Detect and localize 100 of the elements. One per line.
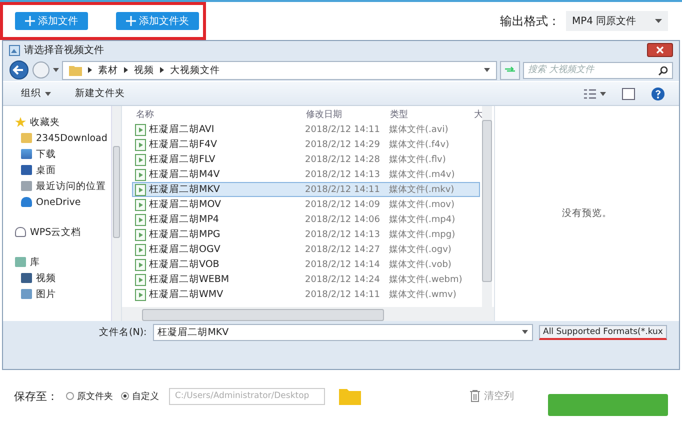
breadcrumb-item[interactable]: 视频 [134,64,154,76]
file-date: 2018/2/12 14:27 [305,244,381,254]
breadcrumb-item[interactable]: 大视频文件 [170,64,220,76]
chevron-icon [88,67,92,73]
file-type: 媒体文件(.avi) [389,124,450,136]
sidebar-item[interactable]: 图片 [36,288,56,300]
caret-icon [522,330,528,334]
file-date: 2018/2/12 14:28 [305,154,381,164]
close-button[interactable] [647,43,673,57]
sidebar-item[interactable]: WPS云文档 [30,226,82,238]
sidebar-item[interactable]: OneDrive [36,196,81,208]
file-name: 枉凝眉二胡WMV [149,288,224,301]
caret-icon[interactable] [53,68,59,72]
column-header[interactable]: 名称 [132,108,306,120]
radio-label: 原文件夹 [77,390,113,402]
media-file-icon [135,198,146,210]
chevron-icon [124,67,128,73]
media-file-icon [135,228,146,240]
radio-button[interactable] [121,392,129,400]
file-date: 2018/2/12 14:06 [305,214,381,224]
filename-field[interactable]: 枉凝眉二胡MKV [152,324,533,340]
file-date: 2018/2/12 14:11 [305,184,381,194]
file-type: 媒体文件(.m4v) [389,168,456,181]
view-icon[interactable] [584,88,596,98]
file-type: 媒体文件(.mpg) [389,228,456,241]
file-name: 枉凝眉二胡VOB [149,258,220,271]
radio-button[interactable] [66,392,74,400]
file-type: 媒体文件(.mp4) [389,214,456,226]
sidebar-icon [21,149,32,159]
scrollbar[interactable] [482,106,492,307]
file-date: 2018/2/12 14:11 [305,124,381,134]
media-file-icon [135,244,146,256]
file-row[interactable]: 枉凝眉二胡FLV 2018/2/12 14:28 媒体文件(.flv) [132,152,480,167]
file-type: 媒体文件(.wmv) [389,288,458,301]
caret-icon[interactable] [484,68,490,72]
file-row[interactable]: 枉凝眉二胡MKV 2018/2/12 14:11 媒体文件(.mkv) [132,182,480,197]
sidebar-item[interactable]: 2345Download [36,132,108,144]
new-folder-button[interactable]: 新建文件夹 [75,87,125,100]
file-type-dropdown[interactable]: All Supported Formats(*.kux [539,324,667,340]
sidebar-icon [21,165,32,175]
sidebar-icon [21,289,32,299]
media-file-icon [135,138,146,150]
column-header[interactable]: 修改日期 [306,108,390,120]
file-name: 枉凝眉二胡AVI [149,123,214,136]
file-row[interactable]: 枉凝眉二胡WEBM 2018/2/12 14:24 媒体文件(.webm) [132,272,480,287]
radio-label: 自定义 [132,390,159,402]
chevron-icon [160,67,164,73]
media-file-icon [135,288,146,300]
file-row[interactable]: 枉凝眉二胡M4V 2018/2/12 14:13 媒体文件(.m4v) [132,167,480,182]
file-row[interactable]: 枉凝眉二胡MOV 2018/2/12 14:09 媒体文件(.mov) [132,197,480,212]
media-file-icon [135,214,146,226]
sidebar-icon [21,273,32,283]
file-date: 2018/2/12 14:13 [305,230,381,240]
file-row[interactable]: 枉凝眉二胡AVI 2018/2/12 14:11 媒体文件(.avi) [132,122,480,137]
window-title: 请选择音视频文件 [24,44,104,57]
breadcrumb-item[interactable]: 素材 [98,64,118,76]
search-icon [658,66,668,76]
file-name: 枉凝眉二胡MOV [149,198,222,211]
sidebar-item[interactable]: 下载 [36,148,56,160]
scrollbar[interactable] [111,106,121,321]
file-type: 媒体文件(.mkv) [389,184,456,196]
caret-icon[interactable] [600,92,606,96]
file-date: 2018/2/12 14:09 [305,200,381,210]
caret-icon[interactable] [45,92,51,96]
back-icon[interactable] [9,60,29,80]
folder-icon [69,64,82,76]
search-field[interactable]: 搜索 大视频文件 [523,62,673,78]
file-type: 媒体文件(.mov) [389,198,456,211]
file-name: 枉凝眉二胡MKV [149,183,220,196]
file-type: 媒体文件(.webm) [389,274,464,286]
media-file-icon [135,154,146,166]
help-icon[interactable] [651,86,665,100]
address-bar[interactable]: 素材 视频 大视频文件 [62,60,497,80]
close-icon [656,46,664,54]
file-row[interactable]: 枉凝眉二胡F4V 2018/2/12 14:29 媒体文件(.f4v) [132,137,480,152]
file-row[interactable]: 枉凝眉二胡WMV 2018/2/12 14:11 媒体文件(.wmv) [132,287,480,302]
sidebar-item[interactable]: 最近访问的位置 [36,180,106,192]
window-icon [9,44,20,56]
sidebar-item[interactable]: 桌面 [36,164,56,176]
sidebar-item[interactable]: 收藏夹 [30,116,60,128]
file-type: 媒体文件(.flv) [389,154,447,166]
file-row[interactable]: 枉凝眉二胡MP4 2018/2/12 14:06 媒体文件(.mp4) [132,212,480,227]
file-row[interactable]: 枉凝眉二胡OGV 2018/2/12 14:27 媒体文件(.ogv) [132,242,480,257]
sidebar-item[interactable]: 库 [30,256,40,268]
file-row[interactable]: 枉凝眉二胡VOB 2018/2/12 14:14 媒体文件(.vob) [132,257,480,272]
file-row[interactable]: 枉凝眉二胡MPG 2018/2/12 14:13 媒体文件(.mpg) [132,227,480,242]
column-header[interactable]: 类型 [390,108,474,120]
file-name: 枉凝眉二胡F4V [149,138,218,151]
file-name: 枉凝眉二胡WEBM [149,273,230,286]
save-to-label: 保存至： [14,388,58,404]
sidebar-item[interactable]: 视频 [36,272,56,284]
scrollbar[interactable] [122,307,494,321]
preview-pane-icon[interactable] [622,88,635,100]
format-dropdown[interactable]: MP4 同原文件 [566,11,668,31]
start-button[interactable] [548,394,668,416]
media-file-icon [135,124,146,136]
trash-icon[interactable] [470,390,480,402]
caret-icon [655,19,662,23]
organize-menu[interactable]: 组织 [21,87,41,100]
media-file-icon [135,258,146,270]
